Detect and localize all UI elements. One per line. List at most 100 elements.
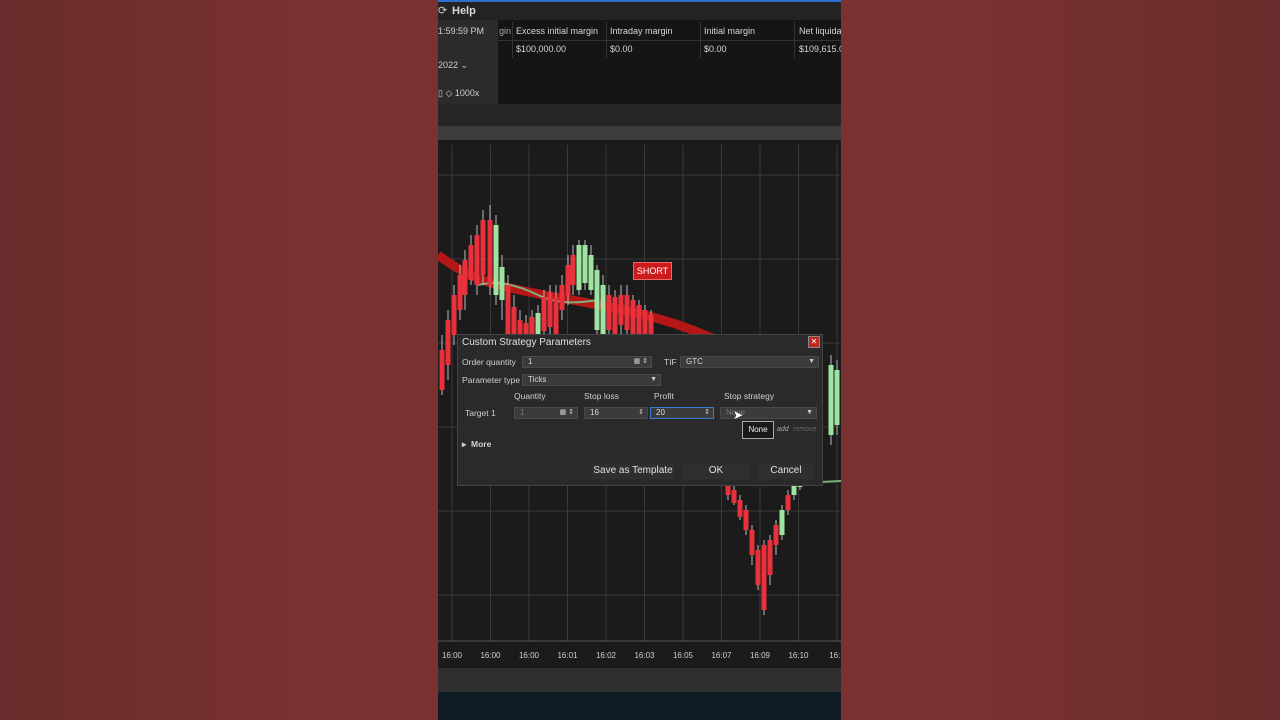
chart-header-band (438, 126, 841, 140)
zoom-value: 1000x (454, 88, 480, 98)
candle-body (773, 525, 779, 545)
menu-bar: ⟳ Help (438, 2, 841, 20)
x-tick-label: 16:1 (829, 651, 841, 660)
chevron-down-icon: ▼ (806, 409, 813, 416)
candle-body (457, 275, 463, 310)
candle-body (565, 265, 571, 295)
toolbar-band (438, 104, 841, 126)
value-initial-margin: $0.00 (704, 44, 727, 54)
x-tick-label: 16:00 (480, 651, 501, 660)
col-stop-strategy: Stop strategy (724, 391, 775, 401)
custom-strategy-dialog: Custom Strategy Parameters ✕ Order quant… (457, 334, 823, 486)
candle-body (462, 260, 468, 295)
candle-body (779, 510, 785, 535)
candle-body (487, 220, 493, 285)
mouse-cursor-icon: ➤ (733, 408, 744, 422)
target-1-label: Target 1 (465, 408, 496, 418)
candle-body (474, 235, 480, 285)
zoom-stepper[interactable]: ▯ ◇ 1000x (438, 88, 479, 99)
value-net-liquidation: $109,615.0 (799, 44, 841, 54)
col-quantity: Quantity (514, 391, 546, 401)
candle-body (624, 295, 630, 330)
account-controls: 1:59:59 PM 2022 ⌄ ▯ ◇ 1000x (438, 20, 498, 104)
candle-body (834, 370, 840, 425)
taskbar (438, 692, 841, 720)
candle-body (828, 365, 834, 435)
candle-body (648, 315, 654, 335)
col-profit: Profit (654, 391, 674, 401)
stop-loss-input[interactable]: 16 ⇕ (584, 407, 648, 419)
candle-body (761, 545, 767, 610)
candle-body (493, 225, 499, 295)
candle-body (743, 510, 749, 530)
order-quantity-value: 1 (528, 357, 533, 366)
profit-input[interactable]: 20 ⇕ (650, 407, 714, 419)
status-bar (438, 668, 841, 692)
col-header-initial-margin[interactable]: Initial margin (704, 26, 755, 36)
account-panel: 1:59:59 PM 2022 ⌄ ▯ ◇ 1000x gin Excess i… (438, 20, 841, 104)
header-divider (498, 40, 841, 41)
candle-body (480, 220, 486, 275)
target-quantity-value: 1 (520, 408, 525, 417)
col-header-excess-initial-margin[interactable]: Excess initial margin (516, 26, 598, 36)
candle-body (791, 485, 797, 495)
candle-body (582, 245, 588, 283)
candle-body (594, 270, 600, 330)
candle-body (618, 295, 624, 325)
x-tick-label: 16:00 (442, 651, 463, 660)
x-tick-label: 16:03 (634, 651, 655, 660)
candle-body (576, 245, 582, 290)
menu-help[interactable]: Help (452, 5, 476, 17)
x-tick-label: 16:00 (519, 651, 540, 660)
candle-body (588, 255, 594, 290)
close-icon[interactable]: ✕ (808, 336, 820, 348)
value-excess-initial-margin: $100,000.00 (516, 44, 567, 54)
x-tick-label: 16:10 (788, 651, 809, 660)
stepper-icon[interactable]: ⇕ (704, 408, 710, 418)
candle-body (630, 300, 636, 335)
target-quantity-input[interactable]: 1 ▦ ⇕ (514, 407, 578, 419)
more-toggle[interactable]: ▸ More (462, 439, 491, 450)
candle-body (559, 285, 565, 310)
calculator-icon[interactable]: ▦ ⇕ (560, 408, 574, 418)
short-signal-label: SHORT (633, 262, 672, 280)
candle-body (553, 297, 559, 337)
candle-body (785, 495, 791, 510)
candle-body (570, 255, 576, 285)
candle-body (612, 297, 618, 335)
year-select[interactable]: 2022 ⌄ (438, 60, 468, 71)
chevron-down-icon: ⌄ (460, 60, 469, 70)
x-tick-label: 16:01 (557, 651, 578, 660)
candle-body (737, 500, 743, 517)
trend-band-green-right (820, 480, 841, 483)
calculator-icon[interactable]: ▦ ⇕ (634, 357, 648, 367)
profit-value: 20 (656, 408, 665, 417)
stepper-icon[interactable]: ⇕ (638, 408, 644, 418)
order-quantity-input[interactable]: 1 ▦ ⇕ (522, 356, 652, 368)
candle-body (642, 310, 648, 335)
refresh-icon[interactable]: ⟳ (438, 4, 450, 17)
tif-select[interactable]: GTC ▼ (680, 356, 819, 368)
candle-body (445, 320, 451, 365)
candle-body (606, 295, 612, 330)
clock-time: 1:59:59 PM (438, 26, 485, 36)
add-link[interactable]: add (777, 426, 789, 433)
year-select-value: 2022 (438, 60, 459, 70)
parameter-type-select[interactable]: Ticks ▼ (522, 374, 661, 386)
col-stop-loss: Stop loss (584, 391, 619, 401)
save-as-template-button[interactable]: Save as Template (592, 463, 674, 479)
dialog-title: Custom Strategy Parameters (462, 337, 591, 348)
stop-strategy-tooltip[interactable]: None (742, 421, 774, 439)
cancel-button[interactable]: Cancel (758, 463, 814, 479)
x-tick-label: 16:07 (711, 651, 732, 660)
parameter-type-value: Ticks (528, 375, 547, 384)
candle-body (468, 245, 474, 280)
stop-loss-value: 16 (590, 408, 599, 417)
x-tick-label: 16:02 (596, 651, 617, 660)
ok-button[interactable]: OK (682, 463, 750, 479)
remove-link[interactable]: remove (793, 426, 816, 433)
candle-body (755, 550, 761, 585)
col-header-intraday-margin[interactable]: Intraday margin (610, 26, 673, 36)
value-intraday-margin: $0.00 (610, 44, 633, 54)
col-header-net-liquidation[interactable]: Net liquidat (799, 26, 841, 36)
